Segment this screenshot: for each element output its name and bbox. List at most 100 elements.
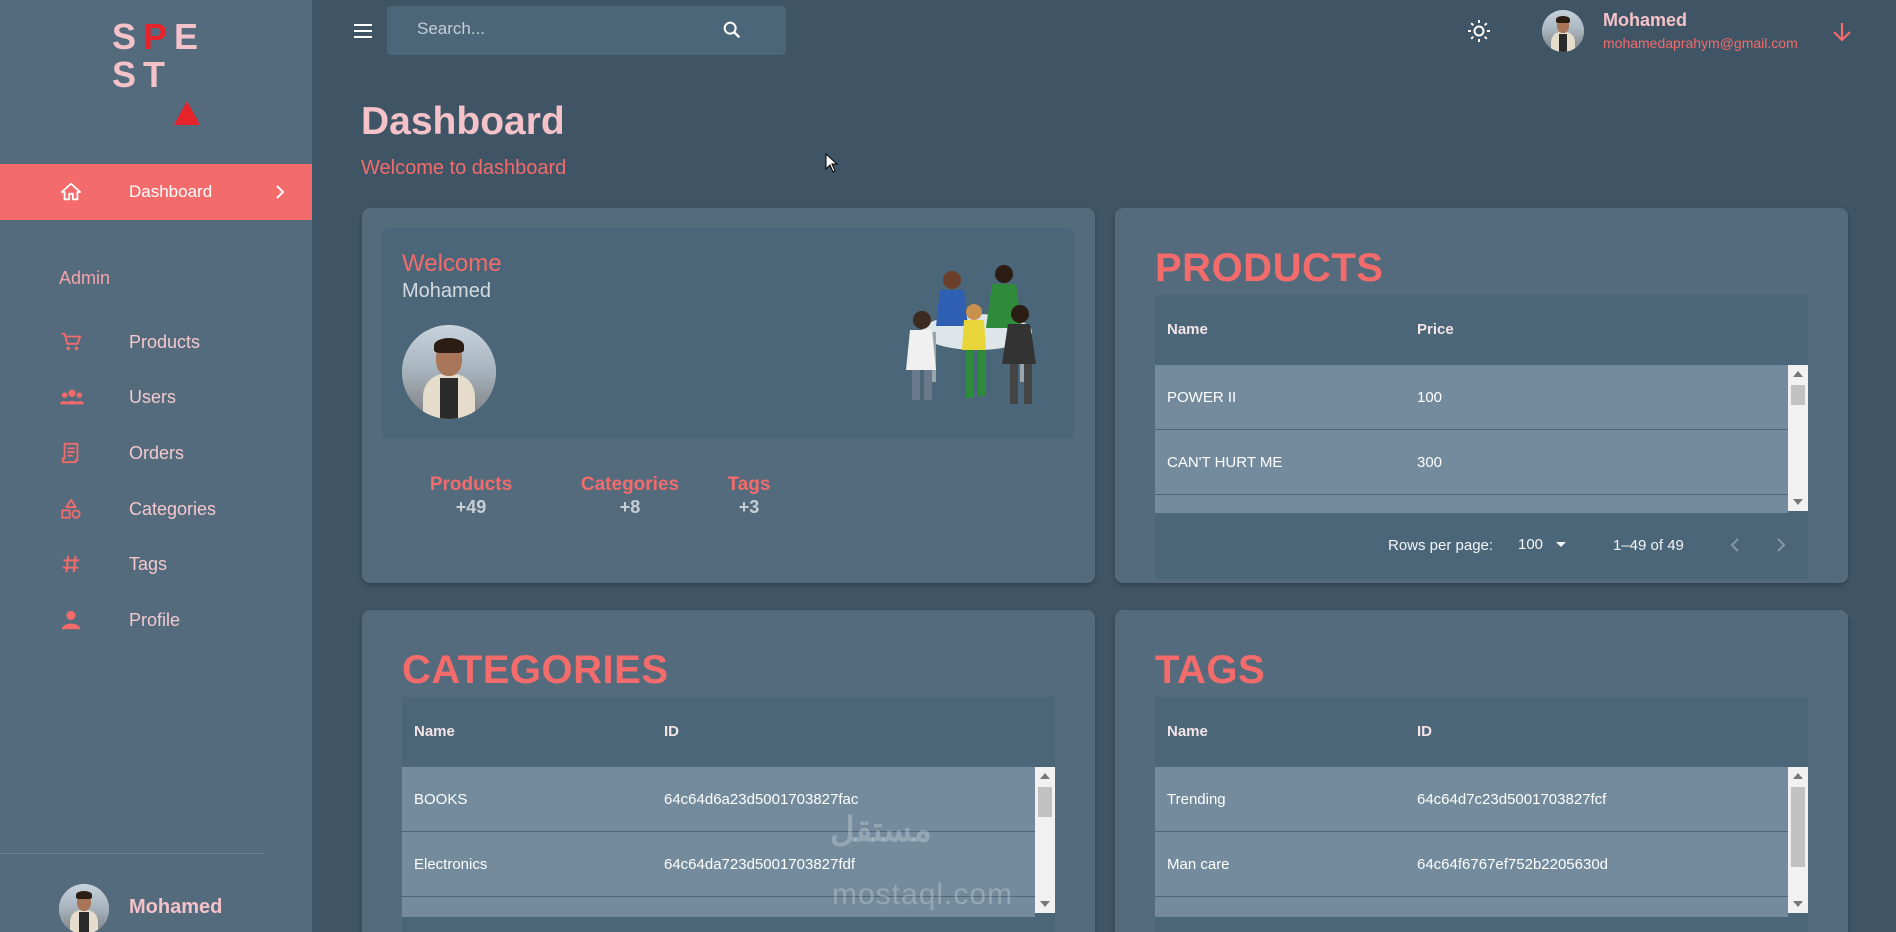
table-scrollbar[interactable] bbox=[1788, 365, 1808, 511]
rows-per-page-value: 100 bbox=[1518, 536, 1544, 553]
table-cell: 100 bbox=[1417, 389, 1443, 406]
welcome-name: Mohamed bbox=[402, 280, 491, 302]
sidebar: S P E S T Dashboard Admin Products Users bbox=[0, 0, 312, 932]
chevron-right-icon bbox=[1777, 538, 1786, 552]
page-subtitle: Welcome to dashboard bbox=[361, 157, 567, 179]
table-cell: 64c64d7c23d5001703827fcf bbox=[1417, 791, 1607, 808]
scroll-up-icon[interactable] bbox=[1793, 773, 1803, 779]
column-header[interactable]: Name bbox=[1167, 723, 1208, 740]
stat-value: +49 bbox=[455, 497, 487, 517]
rows-per-page-label: Rows per page: bbox=[1388, 537, 1494, 554]
sidebar-item-label: Categories bbox=[129, 499, 217, 519]
scroll-down-icon[interactable] bbox=[1040, 901, 1050, 907]
sidebar-item-orders[interactable]: Orders bbox=[0, 433, 312, 473]
prev-page-button[interactable] bbox=[1728, 535, 1742, 560]
table-cell: 64c64da723d5001703827fdf bbox=[664, 856, 856, 873]
table-row[interactable]: POWER II 100 bbox=[1155, 365, 1788, 430]
table-cell: Trending bbox=[1167, 791, 1226, 808]
person-icon bbox=[60, 609, 82, 636]
products-title: PRODUCTS bbox=[1155, 246, 1384, 290]
column-header[interactable]: ID bbox=[1417, 723, 1432, 740]
next-page-button[interactable] bbox=[1774, 535, 1788, 560]
stat-value: +8 bbox=[619, 497, 641, 517]
table-cell: 64c64d6a23d5001703827fac bbox=[664, 791, 859, 808]
sidebar-item-label: Profile bbox=[129, 610, 181, 630]
table-cell: BOOKS bbox=[414, 791, 468, 808]
page-title: Dashboard bbox=[361, 100, 565, 143]
sidebar-item-users[interactable]: Users bbox=[0, 377, 312, 417]
theme-toggle-button[interactable] bbox=[1467, 19, 1491, 48]
table-row[interactable] bbox=[1155, 897, 1788, 917]
column-header[interactable]: Price bbox=[1417, 321, 1454, 338]
logo-letter: E bbox=[174, 16, 199, 57]
scroll-down-icon[interactable] bbox=[1793, 901, 1803, 907]
scroll-down-icon[interactable] bbox=[1793, 499, 1803, 505]
avatar bbox=[59, 884, 109, 932]
section-label-admin: Admin bbox=[59, 268, 111, 288]
logo-letter: T bbox=[143, 54, 165, 95]
logout-button[interactable] bbox=[1830, 20, 1854, 49]
logo-letter: S bbox=[112, 16, 137, 57]
sidebar-item-products[interactable]: Products bbox=[0, 322, 312, 362]
scroll-thumb[interactable] bbox=[1791, 787, 1805, 867]
logo-triangle-icon bbox=[174, 56, 200, 125]
column-header[interactable]: ID bbox=[664, 723, 679, 740]
sidebar-divider bbox=[0, 853, 265, 854]
topbar-avatar[interactable] bbox=[1542, 10, 1584, 52]
stat-categories: Categories +8 bbox=[560, 474, 700, 518]
sidebar-item-tags[interactable]: Tags bbox=[0, 544, 312, 584]
receipt-icon bbox=[60, 442, 82, 469]
table-body: Trending 64c64d7c23d5001703827fcf Man ca… bbox=[1155, 767, 1788, 917]
mouse-cursor-icon bbox=[825, 152, 839, 178]
table-cell: 300 bbox=[1417, 454, 1443, 471]
welcome-card: Welcome Mohamed Products +49 Categories bbox=[362, 208, 1095, 583]
menu-button[interactable] bbox=[352, 20, 374, 47]
sidebar-user-name: Mohamed bbox=[129, 896, 223, 918]
table-cell: Man care bbox=[1167, 856, 1230, 873]
hashtag-icon bbox=[60, 553, 82, 580]
table-row[interactable]: Trending 64c64d7c23d5001703827fcf bbox=[1155, 767, 1788, 832]
search-bar bbox=[387, 6, 786, 55]
products-card: PRODUCTS Name Price POWER II 100 CAN'T H… bbox=[1115, 208, 1848, 583]
users-icon bbox=[60, 386, 84, 413]
team-meeting-illustration bbox=[892, 250, 1054, 417]
column-header[interactable]: Name bbox=[1167, 321, 1208, 338]
stat-value: +3 bbox=[738, 497, 760, 517]
cart-icon bbox=[60, 331, 82, 358]
table-cell: Electronics bbox=[414, 856, 488, 873]
table-scrollbar[interactable] bbox=[1788, 767, 1808, 913]
category-icon bbox=[60, 498, 82, 525]
table-row[interactable]: BOOKS 64c64d6a23d5001703827fac bbox=[402, 767, 1035, 832]
scroll-thumb[interactable] bbox=[1038, 787, 1052, 817]
scroll-up-icon[interactable] bbox=[1793, 371, 1803, 377]
tags-card: TAGS Name ID Trending 64c64d7c23d5001703… bbox=[1115, 610, 1848, 932]
table-row[interactable]: CAN'T HURT ME 300 bbox=[1155, 430, 1788, 495]
scroll-up-icon[interactable] bbox=[1040, 773, 1050, 779]
table-scrollbar[interactable] bbox=[1035, 767, 1055, 913]
search-icon[interactable] bbox=[721, 19, 743, 46]
table-header: Name ID bbox=[402, 697, 1055, 767]
rows-per-page-select[interactable]: 100 bbox=[1518, 536, 1567, 553]
stat-label: Categories bbox=[580, 474, 680, 495]
sidebar-item-dashboard[interactable]: Dashboard bbox=[0, 164, 312, 220]
welcome-panel: Welcome Mohamed bbox=[382, 228, 1074, 439]
sidebar-item-categories[interactable]: Categories bbox=[0, 489, 312, 529]
sidebar-item-label: Products bbox=[129, 332, 201, 352]
table-cell: 64c64f6767ef752b2205630d bbox=[1417, 856, 1609, 873]
table-row[interactable]: Man care 64c64f6767ef752b2205630d bbox=[1155, 832, 1788, 897]
stat-tags: Tags +3 bbox=[714, 474, 784, 518]
dropdown-arrow-icon bbox=[1556, 542, 1567, 547]
scroll-thumb[interactable] bbox=[1791, 385, 1805, 405]
watermark-latin: mostaql.com bbox=[832, 878, 1014, 911]
table-header: Name Price bbox=[1155, 295, 1808, 365]
products-table: Name Price POWER II 100 CAN'T HURT ME 30… bbox=[1155, 295, 1808, 521]
sidebar-item-label: Orders bbox=[129, 443, 185, 463]
sidebar-item-profile[interactable]: Profile bbox=[0, 600, 312, 640]
sidebar-user[interactable]: Mohamed bbox=[59, 884, 222, 932]
brand-logo[interactable]: S P E S T bbox=[112, 16, 212, 125]
column-header[interactable]: Name bbox=[414, 723, 455, 740]
home-icon bbox=[60, 181, 82, 208]
search-input[interactable] bbox=[417, 19, 717, 39]
tags-table: Name ID Trending 64c64d7c23d5001703827fc… bbox=[1155, 697, 1808, 932]
avatar bbox=[402, 325, 496, 419]
